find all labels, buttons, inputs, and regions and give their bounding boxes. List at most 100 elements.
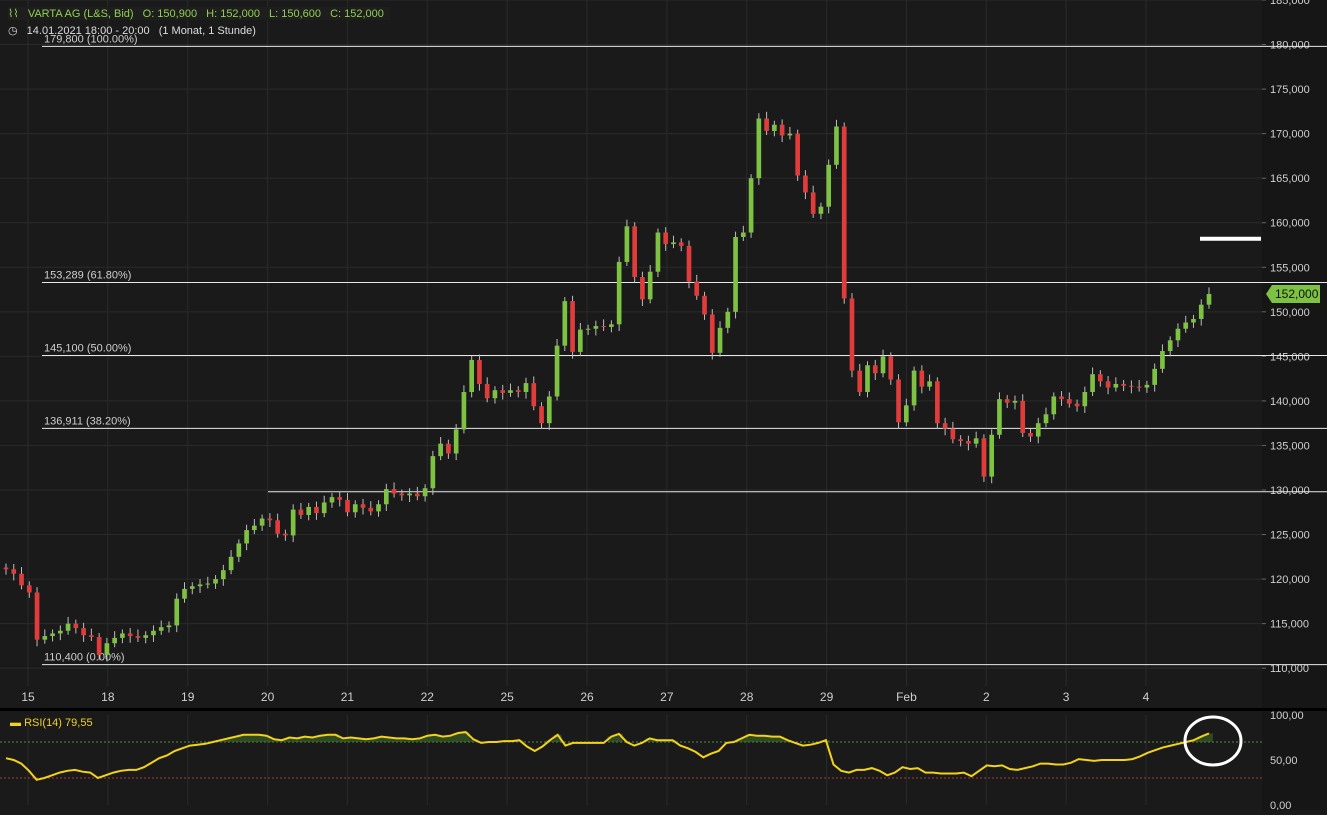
- panel-separator: [0, 708, 1327, 711]
- candle-body: [104, 643, 110, 655]
- candle-body: [96, 637, 102, 655]
- candle-body: [1175, 328, 1181, 341]
- candle-body: [539, 406, 544, 424]
- background: [0, 0, 1327, 810]
- y-tick-label: 115,000: [1270, 619, 1309, 631]
- candle-body: [1012, 400, 1018, 403]
- candle-body: [1198, 304, 1204, 319]
- candle-body: [1051, 396, 1057, 415]
- time-header: ◷ 14.01.2021 18:00 - 20:00 (1 Monat, 1 S…: [8, 24, 262, 37]
- candle-body: [880, 356, 886, 374]
- candle-body: [127, 633, 133, 637]
- candle-body: [1136, 386, 1142, 388]
- candle-body: [244, 530, 249, 544]
- candle-body: [609, 324, 614, 327]
- candle-body: [314, 506, 319, 514]
- candle-body: [120, 633, 125, 638]
- candle-body: [857, 370, 863, 392]
- candle-body: [290, 509, 296, 536]
- candle-body: [546, 396, 552, 424]
- candle-body: [694, 281, 700, 296]
- candle-body: [34, 592, 40, 640]
- chart-svg: 110,000115,000120,000125,000130,000135,0…: [0, 0, 1327, 812]
- candle-body: [213, 579, 218, 584]
- candle-body: [42, 636, 48, 640]
- candle-body: [321, 502, 327, 514]
- x-tick-label: 22: [421, 690, 435, 704]
- candle-body: [477, 359, 482, 384]
- candle-body: [1035, 423, 1041, 437]
- candle-body: [570, 301, 575, 352]
- candle-body: [1066, 399, 1072, 404]
- candle-body: [531, 383, 537, 407]
- x-tick-label: 18: [101, 690, 115, 704]
- candle-body: [50, 633, 55, 637]
- candle-body: [446, 443, 451, 454]
- candle-body: [709, 314, 715, 353]
- y-tick-label: 185,000: [1270, 0, 1310, 7]
- candle-body: [174, 598, 180, 626]
- candle-body: [702, 295, 707, 315]
- candle-body: [205, 583, 211, 585]
- x-tick-label: 19: [181, 690, 195, 704]
- candle-body: [81, 628, 86, 636]
- candle-body: [461, 392, 467, 430]
- candle-body: [554, 345, 560, 397]
- candle-body: [1121, 383, 1126, 386]
- candle-body: [950, 428, 956, 440]
- candle-body: [360, 504, 366, 508]
- candle-body: [663, 232, 669, 245]
- x-tick-label: 28: [740, 690, 754, 704]
- ohlc-header: ⌇⌇ VARTA AG (L&S, Bid) O: 150,900 H: 152…: [8, 7, 390, 20]
- candle-body: [942, 423, 948, 429]
- candle-body: [383, 489, 389, 505]
- candle-body: [415, 493, 420, 497]
- y-tick-label: 170,000: [1270, 129, 1310, 141]
- x-tick-label: 26: [580, 690, 594, 704]
- candle-body: [593, 326, 599, 329]
- candle-body: [298, 509, 304, 515]
- chart-area: 110,000 115,000 120,000 125,000 130,000 135,0…: [0, 0, 1327, 812]
- candle-body: [919, 370, 925, 387]
- candle-body: [779, 124, 785, 136]
- candle-body: [981, 438, 987, 477]
- candle-body: [135, 636, 141, 638]
- candle-body: [73, 623, 79, 629]
- candle-body: [283, 533, 288, 536]
- y-tick-label: 120,000: [1270, 574, 1310, 586]
- candle-body: [756, 118, 762, 179]
- candle-body: [973, 438, 979, 444]
- x-tick-label: 27: [660, 690, 674, 704]
- candle-body: [640, 277, 645, 300]
- candle-body: [872, 365, 878, 374]
- marker-line: [1200, 236, 1261, 241]
- candle-body: [818, 206, 824, 214]
- open-value: O: 150,900: [142, 8, 198, 20]
- candle-body: [376, 504, 381, 512]
- candle-body: [1074, 403, 1080, 407]
- candle-body: [391, 489, 397, 494]
- candle-body: [236, 543, 242, 557]
- candle-body: [11, 569, 17, 574]
- candle-body: [849, 298, 855, 371]
- rsi-value: 79,55: [65, 717, 93, 729]
- candle-body: [834, 126, 839, 165]
- candle-body: [352, 504, 358, 513]
- candlestick-icon: ⌇⌇: [8, 8, 19, 20]
- fib-level-label: 153,289 (61.80%): [44, 270, 131, 282]
- candle-body: [189, 586, 195, 589]
- candle-body: [865, 365, 870, 392]
- candle-body: [733, 236, 738, 312]
- candle-body: [158, 627, 164, 631]
- candle-body: [764, 118, 769, 131]
- candle-body: [927, 381, 932, 387]
- candle-body: [935, 381, 940, 424]
- y-tick-label: 155,000: [1270, 262, 1310, 274]
- candle-body: [1028, 432, 1033, 437]
- candle-body: [1152, 368, 1157, 385]
- rsi-y-tick-label: 0,00: [1270, 800, 1291, 810]
- high-value: H: 152,000: [206, 8, 260, 20]
- candle-body: [407, 493, 412, 496]
- instrument-name: VARTA AG (L&S, Bid): [27, 8, 134, 20]
- candle-body: [1059, 396, 1064, 400]
